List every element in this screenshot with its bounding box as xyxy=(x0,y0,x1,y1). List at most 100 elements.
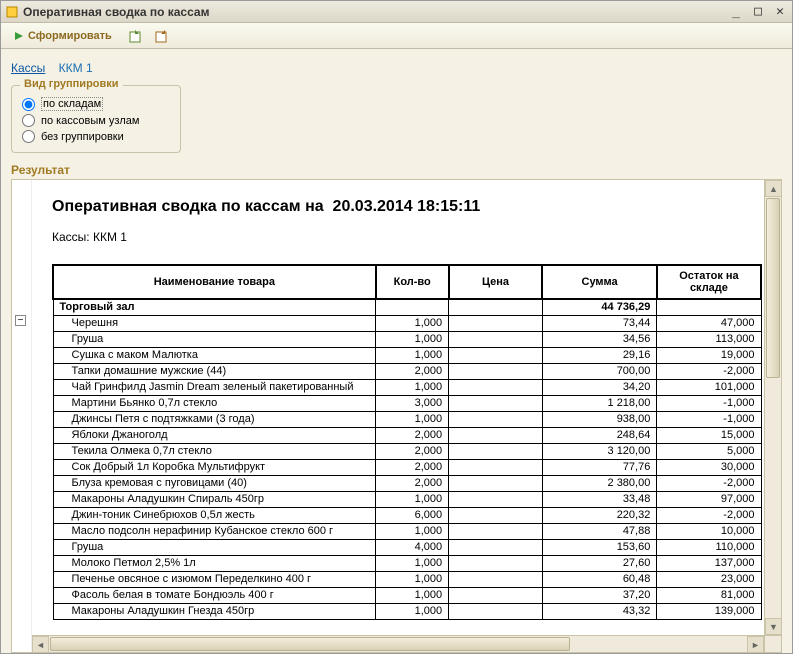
cell-name: Печенье овсяное с изюмом Переделкино 400… xyxy=(53,571,376,587)
cell-sum: 700,00 xyxy=(542,363,657,379)
scroll-down-icon[interactable]: ▼ xyxy=(765,618,781,635)
scroll-left-icon[interactable]: ◄ xyxy=(32,636,49,652)
grouping-groupbox: Вид группировки по складам по кассовым у… xyxy=(11,85,181,153)
cell-name: Сушка с маком Малютка xyxy=(53,347,376,363)
cell-sum: 73,44 xyxy=(542,315,657,331)
group-sum: 44 736,29 xyxy=(542,299,657,315)
report-scroll: Оперативная сводка по кассам на 20.03.20… xyxy=(32,180,781,652)
cell-stock: 47,000 xyxy=(657,315,761,331)
cell-price xyxy=(449,603,543,619)
export-icon[interactable] xyxy=(127,27,145,45)
cell-name: Масло подсолн нерафинир Кубанское стекло… xyxy=(53,523,376,539)
cell-name: Макароны Аладушкин Гнезда 450гр xyxy=(53,603,376,619)
table-row: Яблоки Джаноголд2,000248,6415,000 xyxy=(53,427,761,443)
cell-qty: 1,000 xyxy=(376,523,449,539)
cell-qty: 2,000 xyxy=(376,363,449,379)
cell-qty: 2,000 xyxy=(376,475,449,491)
cell-sum: 938,00 xyxy=(542,411,657,427)
cell-price xyxy=(449,555,543,571)
play-icon xyxy=(14,31,24,41)
minimize-button[interactable]: _ xyxy=(728,5,744,19)
group-row: Торговый зал44 736,29 xyxy=(53,299,761,315)
cell-qty: 1,000 xyxy=(376,331,449,347)
table-row: Джин-тоник Синебрюхов 0,5л жесть6,000220… xyxy=(53,507,761,523)
cell-stock: -1,000 xyxy=(657,411,761,427)
hscroll-thumb[interactable] xyxy=(50,637,570,651)
table-row: Макароны Аладушкин Спираль 450гр1,00033,… xyxy=(53,491,761,507)
form-button-label: Сформировать xyxy=(28,30,112,42)
breadcrumb-current: ККМ 1 xyxy=(59,61,93,75)
cell-name: Сок Добрый 1л Коробка Мультифрукт xyxy=(53,459,376,475)
breadcrumb-link[interactable]: Кассы xyxy=(11,61,45,75)
radio-by-register-input[interactable] xyxy=(22,114,35,127)
titlebar: Оперативная сводка по кассам _ □ ✕ xyxy=(1,1,792,23)
cell-stock: -2,000 xyxy=(657,363,761,379)
vertical-scrollbar[interactable]: ▲ ▼ xyxy=(764,180,781,635)
cell-qty: 2,000 xyxy=(376,459,449,475)
horizontal-scrollbar[interactable]: ◄ ► xyxy=(32,635,764,652)
cell-sum: 3 120,00 xyxy=(542,443,657,459)
report-title: Оперативная сводка по кассам на 20.03.20… xyxy=(52,198,761,216)
cell-price xyxy=(449,411,543,427)
vscroll-thumb[interactable] xyxy=(766,198,780,378)
cell-sum: 43,32 xyxy=(542,603,657,619)
cell-stock: 110,000 xyxy=(657,539,761,555)
maximize-button[interactable]: □ xyxy=(750,5,766,19)
cell-stock: -2,000 xyxy=(657,507,761,523)
cell-qty: 3,000 xyxy=(376,395,449,411)
radio-none-input[interactable] xyxy=(22,130,35,143)
cell-sum: 60,48 xyxy=(542,571,657,587)
cell-price xyxy=(449,523,543,539)
table-row: Груша1,00034,56113,000 xyxy=(53,331,761,347)
cell-price xyxy=(449,427,543,443)
cell-name: Молоко Петмол 2,5% 1л xyxy=(53,555,376,571)
cell-sum: 34,56 xyxy=(542,331,657,347)
cell-stock: -1,000 xyxy=(657,395,761,411)
scroll-right-icon[interactable]: ► xyxy=(747,636,764,652)
import-icon[interactable] xyxy=(153,27,171,45)
cell-qty: 1,000 xyxy=(376,603,449,619)
table-row: Мартини Бьянко 0,7л стекло3,0001 218,00-… xyxy=(53,395,761,411)
cell-name: Джин-тоник Синебрюхов 0,5л жесть xyxy=(53,507,376,523)
cell-name: Груша xyxy=(53,331,376,347)
form-button[interactable]: Сформировать xyxy=(7,27,119,45)
cell-sum: 248,64 xyxy=(542,427,657,443)
table-row: Макароны Аладушкин Гнезда 450гр1,000 43,3… xyxy=(53,603,761,619)
app-icon xyxy=(5,5,19,19)
tree-gutter: − xyxy=(12,180,32,652)
cell-stock: 19,000 xyxy=(657,347,761,363)
cell-price xyxy=(449,315,543,331)
breadcrumb: Кассы ККМ 1 xyxy=(11,61,782,75)
cell-qty: 2,000 xyxy=(376,427,449,443)
radio-none[interactable]: без группировки xyxy=(22,130,170,143)
cell-price xyxy=(449,363,543,379)
cell-sum: 33,48 xyxy=(542,491,657,507)
table-row: Блуза кремовая с пуговицами (40)2,0002 3… xyxy=(53,475,761,491)
app-window: Оперативная сводка по кассам _ □ ✕ Сформ… xyxy=(0,0,793,654)
radio-none-label: без группировки xyxy=(41,131,124,143)
groupbox-legend: Вид группировки xyxy=(20,78,123,90)
content-area: Кассы ККМ 1 Вид группировки по складам п… xyxy=(1,49,792,653)
tree-collapse-icon[interactable]: − xyxy=(15,315,26,326)
table-row: Тапки домашние мужские (44)2,000700,00-2… xyxy=(53,363,761,379)
group-price xyxy=(449,299,543,315)
radio-by-register[interactable]: по кассовым узлам xyxy=(22,114,170,127)
cell-name: Фасоль белая в томате Бондюэль 400 г xyxy=(53,587,376,603)
cell-sum: 27,60 xyxy=(542,555,657,571)
cell-price xyxy=(449,475,543,491)
report-table: Наименование товара Кол-во Цена Сумма Ос… xyxy=(52,264,762,620)
cell-stock: 101,000 xyxy=(657,379,761,395)
col-name: Наименование товара xyxy=(53,265,376,299)
cell-price xyxy=(449,491,543,507)
scroll-up-icon[interactable]: ▲ xyxy=(765,180,781,197)
radio-by-warehouse-label: по складам xyxy=(41,97,103,111)
cell-sum: 77,76 xyxy=(542,459,657,475)
cell-sum: 153,60 xyxy=(542,539,657,555)
cell-price xyxy=(449,443,543,459)
group-stock xyxy=(657,299,761,315)
close-button[interactable]: ✕ xyxy=(772,5,788,19)
radio-by-warehouse[interactable]: по складам xyxy=(22,97,170,111)
table-row: Масло подсолн нерафинир Кубанское стекло… xyxy=(53,523,761,539)
cell-price xyxy=(449,379,543,395)
radio-by-warehouse-input[interactable] xyxy=(22,98,35,111)
